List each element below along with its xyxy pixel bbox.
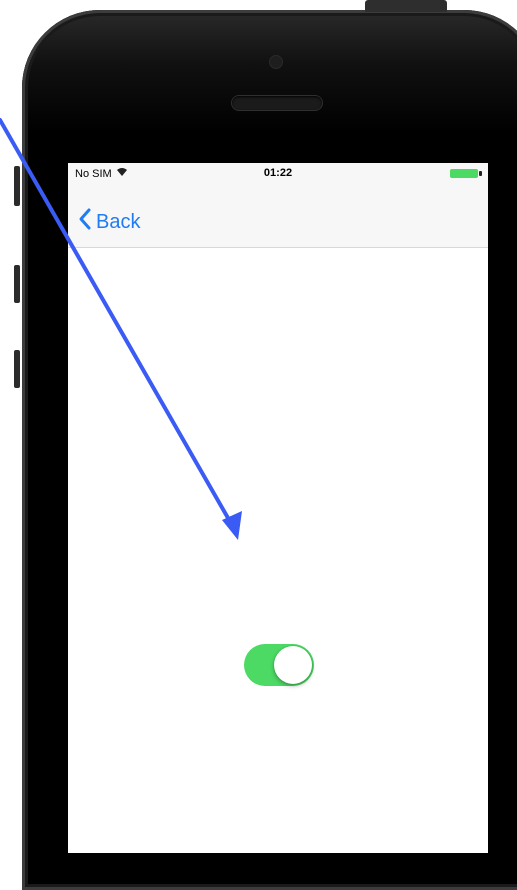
- status-time: 01:22: [263, 167, 293, 179]
- content-area: [68, 248, 488, 853]
- toggle-switch[interactable]: [244, 644, 314, 686]
- battery-tip-icon: [479, 171, 482, 176]
- front-camera: [270, 56, 282, 68]
- volume-up-button: [14, 265, 20, 303]
- chevron-left-icon: [78, 207, 92, 237]
- phone-screen: No SIM 01:22 Back: [68, 163, 488, 853]
- earpiece-speaker: [232, 96, 322, 110]
- power-button: [365, 0, 447, 12]
- mute-switch: [14, 166, 20, 206]
- toggle-knob: [274, 646, 312, 684]
- back-button[interactable]: Back: [78, 207, 140, 237]
- battery-icon: [450, 169, 478, 178]
- navigation-bar: Back: [68, 185, 488, 248]
- status-bar: No SIM 01:22: [68, 163, 488, 185]
- volume-down-button: [14, 350, 20, 388]
- back-label: Back: [96, 210, 141, 233]
